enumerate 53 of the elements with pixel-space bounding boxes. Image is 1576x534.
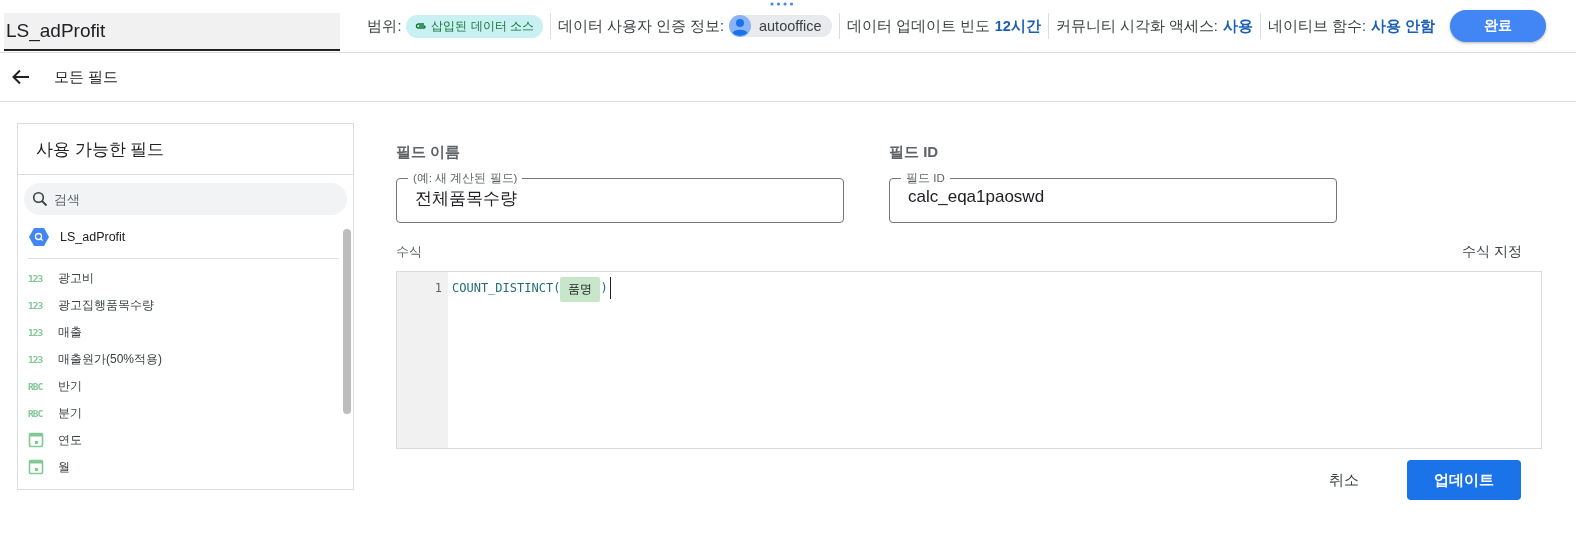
text-type-icon: RBC [28,408,48,419]
data-source-name-field[interactable]: LS_adProfit [4,13,340,51]
formula-label: 수식 [396,244,422,261]
update-button[interactable]: 업데이트 [1407,460,1521,500]
field-item[interactable]: 분기 [58,405,82,422]
paperclip-icon [415,22,428,30]
drag-handle-icon[interactable] [770,2,794,6]
field-chip[interactable]: 품명 [560,277,601,302]
number-type-icon: 123 [28,273,48,284]
database-hexagon-icon [28,227,50,247]
avatar-icon [729,15,751,37]
field-item[interactable]: 광고집행품목수량 [58,297,154,314]
community-access-label: 커뮤니티 시각화 액세스: [1055,16,1218,36]
data-source-label: LS_adProfit [60,230,126,244]
function-name: COUNT_DISTINCT( [452,280,561,295]
formula-editor[interactable]: 1 COUNT_DISTINCT( 품명 ) [396,271,1542,449]
credentials-label: 데이터 사용자 인증 정보: [557,16,724,36]
field-item[interactable]: 매출 [58,324,82,341]
closing-paren: ) [600,280,608,295]
field-item[interactable]: 월 [58,459,70,476]
scope-chip[interactable]: 삽입된 데이터 소스 [406,14,543,38]
back-arrow-icon[interactable] [12,69,30,85]
field-id-input[interactable]: 필드 ID calc_eqa1paoswd [889,171,1337,223]
freshness-label: 데이터 업데이트 빈도 [846,16,990,36]
native-functions-value[interactable]: 사용 안함 [1370,16,1435,36]
native-functions-label: 네이티브 함수: [1267,16,1366,36]
freshness-value[interactable]: 12시간 [994,16,1041,36]
field-id-heading: 필드 ID [889,143,940,162]
scrollbar-thumb[interactable] [343,229,351,414]
field-item[interactable]: 광고비 [58,270,94,287]
community-access-value[interactable]: 사용 [1222,16,1253,36]
field-item[interactable]: 연도 [58,432,82,449]
panel-title: 사용 가능한 필드 [18,124,353,175]
text-cursor [609,277,611,299]
user-chip[interactable]: autooffice [729,15,832,37]
number-type-icon: 123 [28,354,48,365]
done-button[interactable]: 완료 [1450,10,1546,42]
calendar-icon [28,430,44,448]
field-name-input[interactable]: (예: 새 계산된 필드) 전체품목수량 [396,171,844,223]
field-item[interactable]: 매출원가(50%적용) [58,351,162,368]
page-title: 모든 필드 [54,67,119,87]
field-item[interactable]: 반기 [58,378,82,395]
field-name-heading: 필드 이름 [396,143,462,162]
scope-label: 범위: [367,16,402,36]
number-type-icon: 123 [28,327,48,338]
calendar-icon [28,457,44,475]
format-formula-link[interactable]: 수식 지정 [1462,243,1522,261]
number-type-icon: 123 [28,300,48,311]
line-number: 1 [434,281,442,295]
search-icon [32,191,48,207]
search-field[interactable]: 검색 [24,183,347,215]
cancel-button[interactable]: 취소 [1323,469,1365,491]
text-type-icon: RBC [28,381,48,392]
